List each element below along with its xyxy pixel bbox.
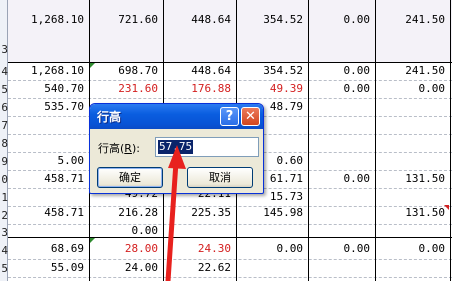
- table-cell[interactable]: 0.00: [89, 222, 163, 240]
- row-number[interactable]: 3: [0, 43, 8, 57]
- row-divider: [8, 224, 452, 225]
- row-divider: [8, 277, 452, 278]
- row-number[interactable]: 3: [0, 226, 8, 240]
- table-cell[interactable]: 0.00: [375, 80, 450, 98]
- comment-indicator-icon: [444, 205, 449, 210]
- table-cell[interactable]: 448.64: [163, 11, 236, 29]
- table-cell[interactable]: 0.00: [308, 11, 375, 29]
- row-number[interactable]: 0: [0, 173, 8, 187]
- row-height-value[interactable]: 57.75: [158, 140, 194, 154]
- column-divider: [375, 0, 376, 281]
- table-cell[interactable]: 535.70: [8, 98, 89, 116]
- row-height-label-tail: ):: [131, 142, 140, 155]
- help-button[interactable]: ?: [220, 107, 239, 126]
- table-cell[interactable]: 698.70: [89, 62, 163, 80]
- table-cell[interactable]: 131.50: [375, 204, 450, 222]
- table-cell[interactable]: 721.60: [89, 11, 163, 29]
- row-height-hotkey: R: [124, 142, 132, 155]
- table-cell[interactable]: 24.30: [163, 240, 236, 258]
- table-cell[interactable]: 540.70: [8, 80, 89, 98]
- table-cell[interactable]: 131.50: [375, 170, 450, 188]
- dialog-title: 行高: [97, 110, 122, 124]
- table-cell[interactable]: 354.52: [236, 11, 308, 29]
- table-cell[interactable]: 354.52: [236, 62, 308, 80]
- table-cell[interactable]: 458.71: [8, 170, 89, 188]
- error-indicator-icon: [90, 63, 95, 68]
- row-number[interactable]: 1: [0, 191, 8, 205]
- table-cell[interactable]: 241.50: [375, 11, 450, 29]
- table-cell[interactable]: 0.00: [375, 240, 450, 258]
- row-divider: [8, 237, 452, 238]
- error-indicator-icon: [90, 238, 95, 243]
- table-cell[interactable]: 68.69: [8, 240, 89, 258]
- row-height-dialog: 行高 ? ✕ 行高(R): 57.75 确定 取消: [89, 103, 264, 194]
- row-number[interactable]: 9: [0, 155, 8, 169]
- table-cell[interactable]: 448.64: [163, 62, 236, 80]
- table-cell[interactable]: 216.28: [89, 204, 163, 222]
- row-height-label: 行高(R):: [98, 142, 140, 155]
- row-height-input[interactable]: 57.75: [155, 137, 259, 157]
- row-number[interactable]: 4: [0, 65, 8, 79]
- column-divider: [450, 0, 451, 281]
- row-number[interactable]: 5: [0, 262, 8, 276]
- cancel-button[interactable]: 取消: [187, 167, 253, 188]
- table-cell[interactable]: 458.71: [8, 204, 89, 222]
- table-cell[interactable]: 225.35: [163, 204, 236, 222]
- table-cell[interactable]: 0.00: [236, 240, 308, 258]
- table-cell[interactable]: 1,268.10: [8, 62, 89, 80]
- row-number[interactable]: 2: [0, 209, 8, 223]
- row-number[interactable]: 5: [0, 83, 8, 97]
- table-cell[interactable]: 5.00: [8, 152, 89, 170]
- table-cell[interactable]: 0.00: [308, 170, 375, 188]
- ok-button[interactable]: 确定: [97, 167, 163, 188]
- table-cell[interactable]: 22.62: [163, 259, 236, 277]
- row-header-column[interactable]: 3 4 5 6 7 8 9 0 1 2 3 4 5: [0, 0, 8, 281]
- table-cell[interactable]: 49.39: [236, 80, 308, 98]
- table-cell[interactable]: 241.50: [375, 62, 450, 80]
- table-cell[interactable]: 0.00: [308, 240, 375, 258]
- table-cell[interactable]: 28.00: [89, 240, 163, 258]
- table-cell[interactable]: 145.98: [236, 204, 308, 222]
- dialog-titlebar[interactable]: 行高 ? ✕: [90, 104, 263, 129]
- column-divider: [308, 0, 309, 281]
- table-cell[interactable]: 1,268.10: [8, 11, 89, 29]
- table-cell[interactable]: 55.09: [8, 259, 89, 277]
- table-cell[interactable]: 0.00: [308, 62, 375, 80]
- header-row-band: [8, 0, 452, 62]
- row-number[interactable]: 6: [0, 101, 8, 115]
- row-number[interactable]: 8: [0, 137, 8, 151]
- row-number[interactable]: 7: [0, 119, 8, 133]
- table-cell[interactable]: 231.60: [89, 80, 163, 98]
- table-cell[interactable]: 176.88: [163, 80, 236, 98]
- table-cell[interactable]: 0.00: [308, 80, 375, 98]
- table-cell[interactable]: 24.00: [89, 259, 163, 277]
- close-button[interactable]: ✕: [241, 107, 260, 126]
- row-height-label-text: 行高: [98, 142, 120, 155]
- row-number[interactable]: 4: [0, 244, 8, 258]
